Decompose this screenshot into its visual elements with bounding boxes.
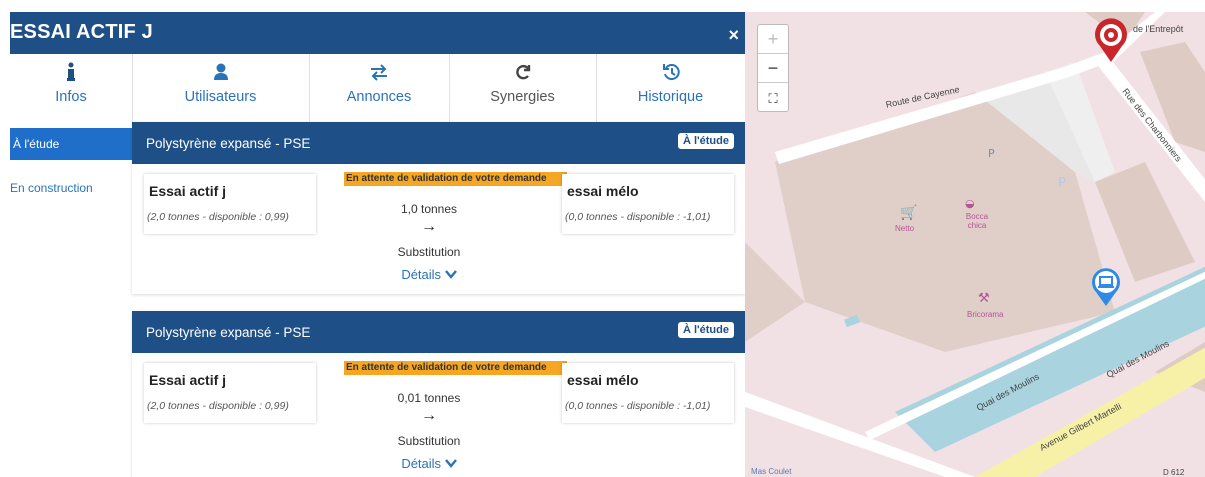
card-title: Polystyrène expansé - PSE [146,325,311,340]
from-party-box: Essai actif j (2,0 tonnes - disponible :… [144,174,316,234]
details-link[interactable]: Détails [354,456,504,471]
details-label: Détails [401,456,442,471]
map-label: Netto [895,224,915,233]
tab-historique[interactable]: Historique [596,54,745,128]
synergy-card: Polystyrène expansé - PSE À l'étude Essa… [132,122,745,294]
map-label: Mas Coulet [751,467,792,476]
zoom-in-button[interactable]: + [758,25,788,54]
map-label: Bricorama [967,310,1004,319]
tab-label: Infos [55,89,87,105]
history-icon [596,62,745,84]
card-header: Polystyrène expansé - PSE À l'étude [132,122,745,164]
from-party-name: Essai actif j [149,372,227,388]
sidebar-item-en-construction[interactable]: En construction [10,174,110,202]
from-party-box: Essai actif j (2,0 tonnes - disponible :… [144,363,316,423]
chevron-down-icon [444,270,457,279]
arrow-right-icon: → [421,407,437,424]
to-party-info: (0,0 tonnes - disponible : -1,01) [565,400,711,412]
status-badge: À l'étude [677,322,734,338]
panel-header: ESSAI ACTIF J × [10,12,745,54]
svg-text:P: P [988,147,995,160]
tab-annonces[interactable]: Annonces [309,54,450,128]
side-panel: ESSAI ACTIF J × Infos Utilisateurs Annon… [10,12,745,477]
exchange-arrows-icon [309,62,449,84]
to-party-box: essai mélo (0,0 tonnes - disponible : -1… [562,174,734,234]
zoom-out-button[interactable]: − [758,54,788,83]
synergy-type-label: Substitution [397,434,461,448]
tab-synergies[interactable]: Synergies [449,54,597,128]
to-party-box: essai mélo (0,0 tonnes - disponible : -1… [562,363,734,423]
sidebar-item-a-l-etude[interactable]: À l'étude [10,128,132,160]
refresh-icon [449,62,596,84]
tab-infos[interactable]: Infos [10,54,133,128]
synergy-card: Polystyrène expansé - PSE À l'étude Essa… [132,311,745,477]
panel-title: ESSAI ACTIF J [10,21,153,43]
from-party-name: Essai actif j [149,183,227,199]
zoom-control: + − ⛶ [757,24,789,112]
from-party-info: (2,0 tonnes - disponible : 0,99) [147,211,289,223]
tab-label: Annonces [346,89,412,105]
synergy-type-label: Substitution [397,245,461,259]
status-badge: À l'étude [677,133,734,149]
tab-label: Utilisateurs [184,89,257,105]
tab-bar: Infos Utilisateurs Annonces Synergies Hi… [10,54,745,129]
status-sidebar: À l'étude En construction [10,128,132,477]
details-label: Détails [401,267,442,282]
svg-text:P: P [1058,176,1066,191]
tab-label: Synergies [490,89,555,105]
details-link[interactable]: Détails [354,267,504,282]
map-view[interactable]: 🛒 ◒ ⚒ P P + − ⛶ de l'Entrepôt Route de C… [745,12,1205,477]
user-icon [132,62,309,84]
tab-label: Historique [637,89,704,105]
close-icon[interactable]: × [728,26,739,44]
arrow-right-icon: → [421,218,437,235]
map-label: D 612 [1163,468,1185,477]
to-party-name: essai mélo [567,183,639,199]
card-title: Polystyrène expansé - PSE [146,136,311,151]
card-header: Polystyrène expansé - PSE À l'étude [132,311,745,353]
fullscreen-icon: ⛶ [768,91,778,106]
svg-text:🛒: 🛒 [900,204,917,221]
pending-validation-badge: En attente de validation de votre demand… [344,361,567,375]
map-canvas: 🛒 ◒ ⚒ P P [745,12,1205,477]
svg-text:⚒: ⚒ [978,291,990,306]
chevron-down-icon [444,459,457,468]
location-gear-marker-icon[interactable] [1094,18,1128,64]
from-party-info: (2,0 tonnes - disponible : 0,99) [147,400,289,412]
map-label: Bocca chica [965,212,989,230]
quantity-label: 1,0 tonnes [400,202,458,216]
quantity-label: 0,01 tonnes [397,391,461,405]
to-party-info: (0,0 tonnes - disponible : -1,01) [565,211,711,223]
svg-text:◒: ◒ [965,197,975,210]
location-laptop-marker-icon[interactable] [1090,266,1122,308]
info-icon [10,62,132,84]
fullscreen-button[interactable]: ⛶ [758,83,788,111]
to-party-name: essai mélo [567,372,639,388]
map-label: de l'Entrepôt [1133,24,1184,34]
tab-utilisateurs[interactable]: Utilisateurs [132,54,310,128]
pending-validation-badge: En attente de validation de votre demand… [344,172,567,186]
